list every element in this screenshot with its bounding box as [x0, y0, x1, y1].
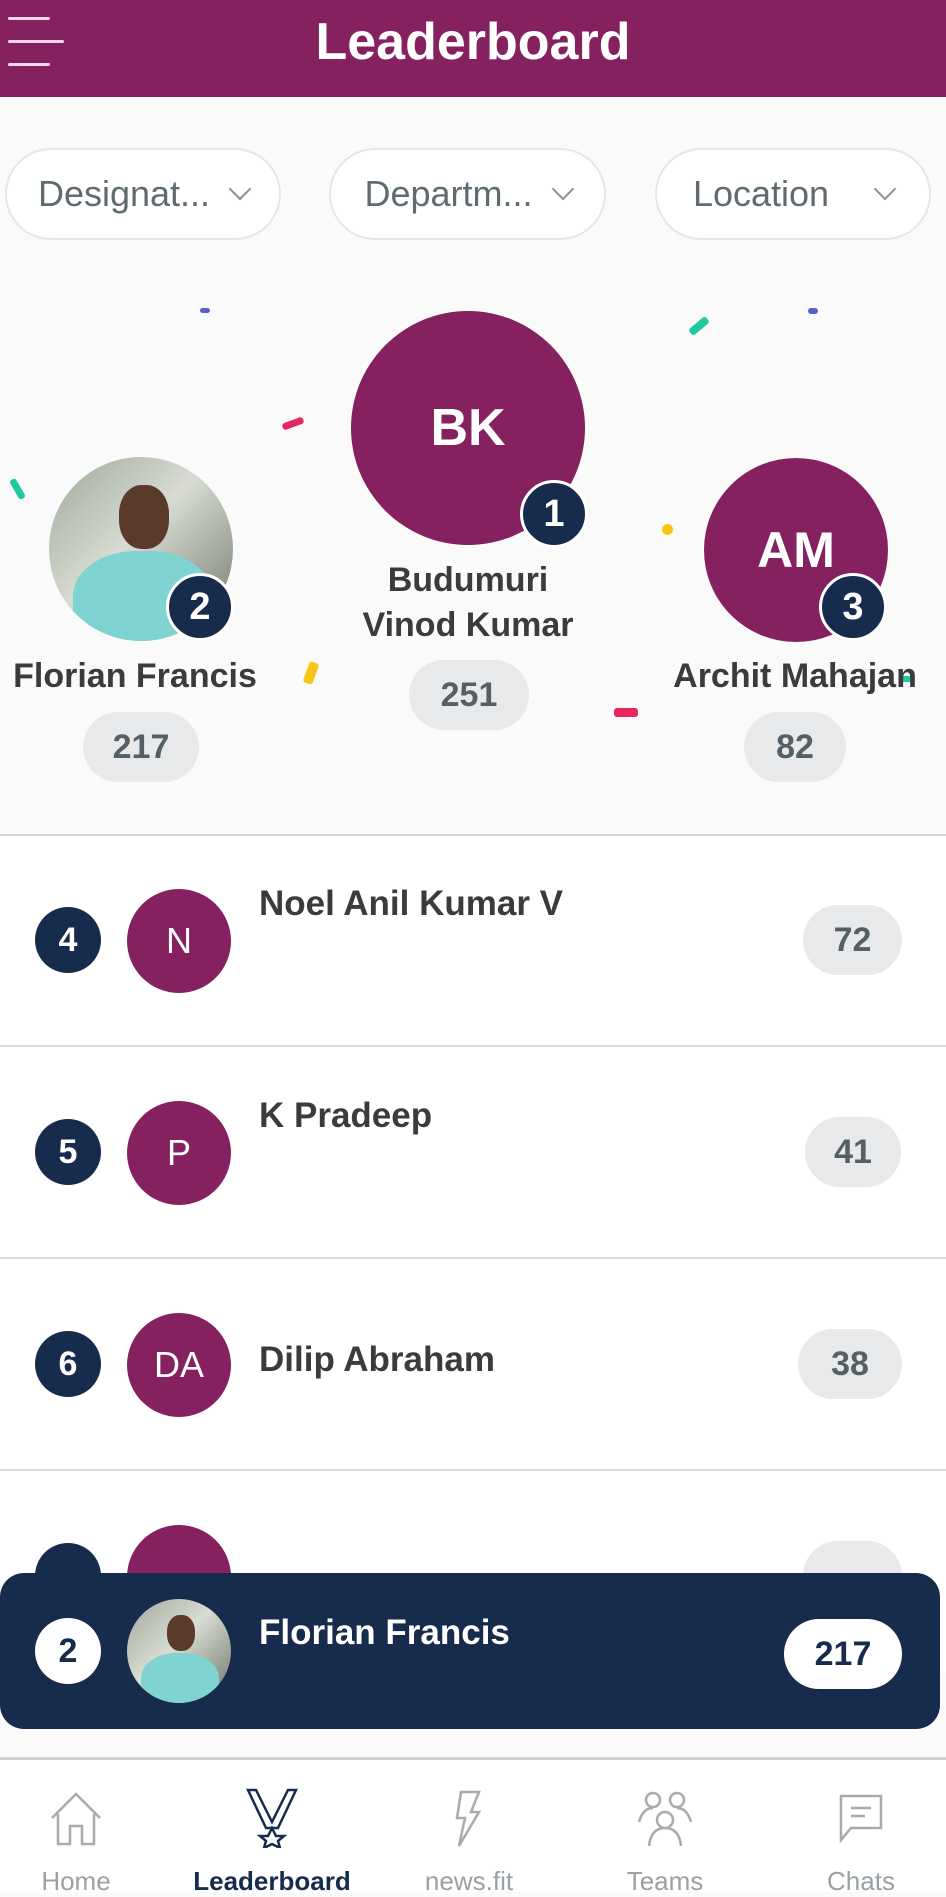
department-filter[interactable]: Departm...: [329, 148, 606, 240]
avatar-photo: [127, 1599, 231, 1703]
rank-badge: 2: [166, 573, 234, 641]
filter-label: Designat...: [37, 173, 211, 214]
first-place-score: 251: [409, 660, 529, 730]
chevron-down-icon: [873, 177, 897, 201]
rank-badge: 4: [35, 907, 101, 973]
score-badge: 38: [798, 1329, 902, 1399]
designation-filter[interactable]: Designat...: [5, 148, 281, 240]
score-badge: 41: [805, 1117, 901, 1187]
lightning-icon: [455, 1790, 482, 1847]
rank-badge: 3: [819, 573, 887, 641]
leaderboard-row[interactable]: 5 P K Pradeep 41: [0, 1048, 946, 1259]
user-name: Florian Francis: [259, 1613, 510, 1652]
rank-badge: 2: [35, 1618, 101, 1684]
score-badge: 72: [803, 905, 902, 975]
nav-home[interactable]: Home: [0, 1760, 156, 1896]
second-place-score: 217: [83, 712, 199, 782]
score-badge: 217: [784, 1619, 902, 1689]
chevron-down-icon: [228, 177, 252, 201]
leaderboard-row[interactable]: 6 DA Dilip Abraham 38: [0, 1260, 946, 1471]
filter-label: Departm...: [364, 173, 533, 214]
chevron-down-icon: [551, 177, 574, 201]
user-name: Dilip Abraham: [259, 1340, 495, 1379]
nav-chats[interactable]: Chats: [781, 1760, 941, 1896]
user-name: K Pradeep: [259, 1096, 433, 1135]
filter-label: Location: [692, 173, 830, 214]
app-header: Leaderboard: [0, 0, 946, 97]
nav-leaderboard[interactable]: Leaderboard: [192, 1760, 352, 1896]
third-place-name: Archit Mahajan: [673, 657, 917, 695]
avatar: P: [127, 1101, 231, 1205]
team-icon: [637, 1791, 693, 1847]
current-user-card[interactable]: 2 Florian Francis 217: [0, 1573, 940, 1729]
nav-teams[interactable]: Teams: [585, 1760, 745, 1896]
first-place-name: Budumuri Vinod Kumar: [362, 561, 574, 644]
rank-badge: 6: [35, 1331, 101, 1397]
avatar: N: [127, 889, 231, 993]
rank-badge: 5: [35, 1119, 101, 1185]
location-filter[interactable]: Location: [655, 148, 931, 240]
rank-badge: 1: [520, 480, 588, 548]
nav-news-fit[interactable]: news.fit: [389, 1760, 549, 1896]
second-place-name: Florian Francis: [13, 657, 257, 695]
leaderboard-row[interactable]: 4 N Noel Anil Kumar V 72: [0, 836, 946, 1047]
avatar: DA: [127, 1313, 231, 1417]
chat-icon: [839, 1794, 883, 1844]
user-name: Noel Anil Kumar V: [259, 884, 564, 923]
page-title: Leaderboard: [315, 13, 631, 71]
medal-icon: [246, 1788, 298, 1848]
home-icon: [51, 1792, 101, 1846]
bottom-nav: Home Leaderboard news.fit Teams Chats: [0, 1757, 946, 1896]
third-place-score: 82: [744, 712, 846, 782]
